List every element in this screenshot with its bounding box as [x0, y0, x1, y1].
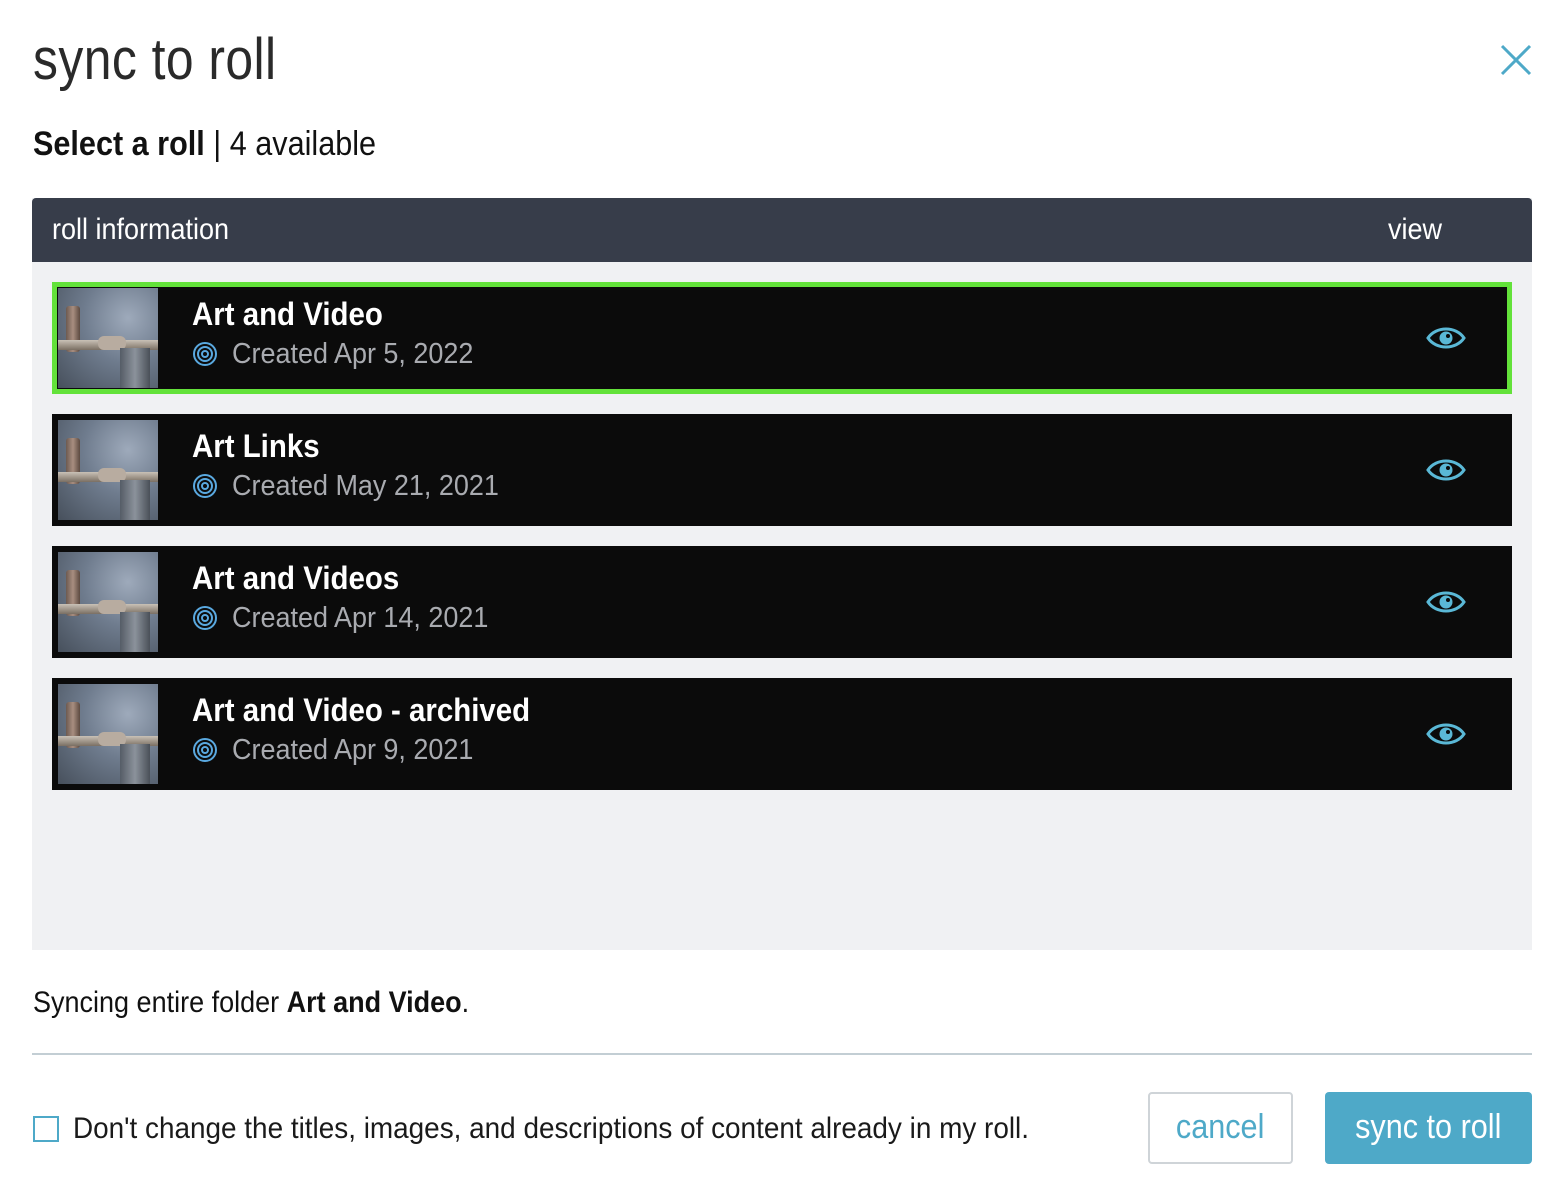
roll-title: Art and Videos: [192, 560, 400, 596]
select-roll-label: Select a roll: [33, 125, 205, 163]
roll-thumbnail: [58, 420, 158, 520]
eye-icon[interactable]: [1426, 584, 1466, 620]
roll-title: Art Links: [192, 428, 320, 464]
footer-divider: [32, 1053, 1532, 1055]
eye-icon[interactable]: [1426, 716, 1466, 752]
syncing-suffix: .: [461, 986, 470, 1019]
cancel-button-label: cancel: [1176, 1108, 1265, 1146]
roll-title: Art and Video: [192, 296, 383, 332]
preserve-content-label: Don't change the titles, images, and des…: [73, 1112, 1029, 1145]
roll-row[interactable]: Art Links Created May 21, 2021: [52, 414, 1512, 526]
sync-to-roll-button-label: sync to roll: [1355, 1108, 1502, 1146]
cancel-button[interactable]: cancel: [1148, 1092, 1293, 1164]
roll-created-date: Created Apr 5, 2022: [232, 338, 474, 370]
syncing-folder-name: Art and Video: [286, 986, 462, 1019]
available-count: 4 available: [229, 125, 377, 163]
roll-row[interactable]: Art and Videos Created Apr 14, 2021: [52, 546, 1512, 658]
column-roll-information: roll information: [52, 213, 230, 246]
sync-to-roll-button[interactable]: sync to roll: [1325, 1092, 1532, 1164]
spiral-icon: [193, 342, 217, 366]
roll-row-selected[interactable]: Art and Video Created Apr 5, 2022: [52, 282, 1512, 394]
roll-meta: Created Apr 5, 2022: [192, 336, 492, 372]
sync-to-roll-dialog: sync to roll Select a roll | 4 available…: [0, 0, 1568, 1202]
spiral-icon: [193, 738, 217, 762]
roll-created-date: Created May 21, 2021: [232, 470, 499, 502]
column-view: view: [1388, 213, 1443, 246]
dialog-title: sync to roll: [33, 27, 277, 92]
preserve-content-option[interactable]: Don't change the titles, images, and des…: [33, 1110, 1101, 1148]
roll-row[interactable]: Art and Video - archived Created Apr 9, …: [52, 678, 1512, 790]
roll-title: Art and Video - archived: [192, 692, 531, 728]
roll-thumbnail: [58, 684, 158, 784]
roll-meta: Created Apr 9, 2021: [192, 732, 492, 768]
roll-created-date: Created Apr 14, 2021: [232, 602, 489, 634]
eye-icon[interactable]: [1426, 320, 1466, 356]
eye-icon[interactable]: [1426, 452, 1466, 488]
roll-thumbnail: [58, 552, 158, 652]
roll-meta: Created May 21, 2021: [192, 468, 519, 504]
preserve-content-checkbox[interactable]: [33, 1116, 59, 1142]
heading-separator: |: [204, 125, 230, 163]
spiral-icon: [193, 474, 217, 498]
roll-thumbnail: [58, 288, 158, 388]
spiral-icon: [193, 606, 217, 630]
close-icon[interactable]: [1496, 40, 1536, 80]
roll-created-date: Created Apr 9, 2021: [232, 734, 474, 766]
roll-count-heading: Select a roll | 4 available: [33, 124, 376, 164]
syncing-message: Syncing entire folder Art and Video.: [33, 984, 469, 1022]
table-header: roll information view: [32, 198, 1532, 262]
roll-table: roll information view Art and Video Crea…: [32, 198, 1532, 950]
syncing-prefix: Syncing entire folder: [33, 986, 287, 1019]
roll-meta: Created Apr 14, 2021: [192, 600, 508, 636]
